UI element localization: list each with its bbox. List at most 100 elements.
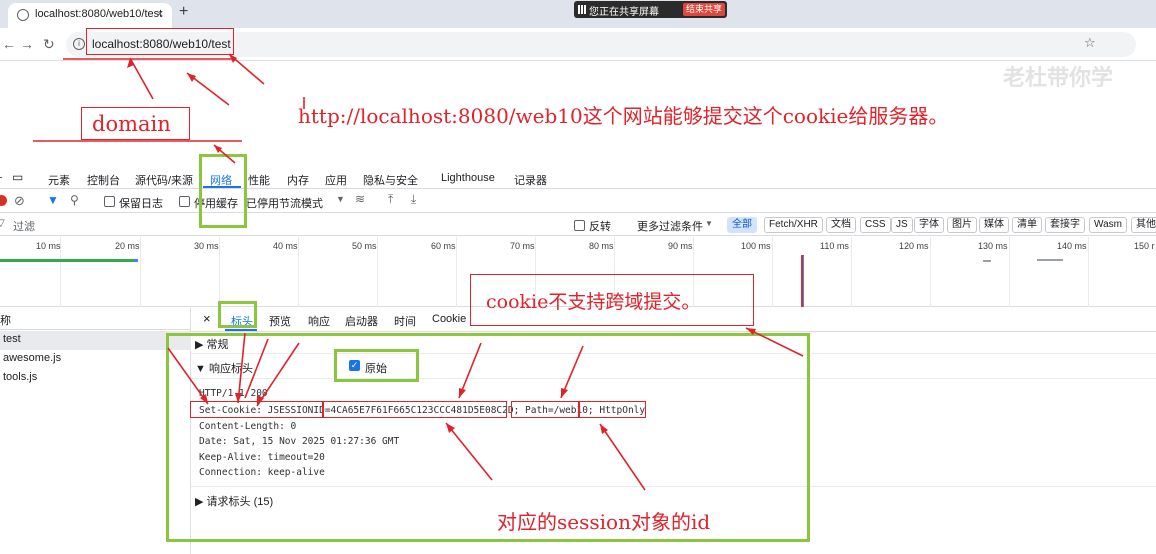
tab-response[interactable]: 响应 (308, 313, 330, 329)
browser-tab[interactable]: localhost:8080/web10/test × (8, 3, 172, 28)
bookmark-star-icon[interactable]: ☆ (1084, 35, 1096, 51)
tick-label: 30 ms (194, 241, 219, 251)
preserve-log-label: 保留日志 (119, 198, 163, 210)
tab-console[interactable]: 控制台 (87, 172, 120, 188)
grid-line (377, 237, 378, 307)
grid-line (772, 237, 773, 307)
grid-line (140, 237, 141, 307)
headers-tab-highlight (218, 301, 257, 328)
watermark: 老杜带你学 (1003, 65, 1114, 90)
name-column-header[interactable]: 称 (0, 308, 191, 330)
tab-application[interactable]: 应用 (325, 172, 347, 188)
chip-socket[interactable]: 套接字 (1045, 217, 1085, 233)
more-filters-dropdown[interactable]: 更多过滤条件 (637, 218, 703, 234)
request-row-awesome[interactable]: awesome.js (0, 350, 191, 369)
network-tab-highlight (199, 154, 247, 228)
import-icon[interactable]: ⤒ (388, 192, 393, 207)
timeline-bar (1037, 259, 1063, 261)
grid-line (930, 237, 931, 307)
tab-sources[interactable]: 源代码/来源 (135, 172, 193, 188)
grid-line (298, 237, 299, 307)
tick-label: 10 ms (36, 241, 61, 251)
grid-line (1088, 237, 1089, 307)
close-tab-icon[interactable]: × (156, 6, 164, 21)
chip-font[interactable]: 字体 (914, 217, 944, 233)
tab-privacy[interactable]: 隐私与安全 (363, 172, 418, 188)
filter-funnel-icon: ▽ (0, 218, 5, 229)
chip-other[interactable]: 其他 (1131, 217, 1156, 233)
network-toolbar: ⊘ ▼ ⚲ 保留日志 停用缓存 已停用节流模式 ▼ ≋ ⤒ ⤓ (0, 190, 1156, 213)
forward-icon[interactable]: → (20, 36, 34, 52)
network-conditions-icon[interactable]: ≋ (355, 192, 365, 206)
site-info-icon[interactable]: i (73, 38, 85, 50)
tab-timing[interactable]: 时间 (394, 313, 416, 329)
inspect-icon[interactable]: ⌐ (0, 172, 2, 184)
response-area-highlight (166, 333, 810, 542)
tab-performance[interactable]: 性能 (248, 172, 270, 188)
tab-memory[interactable]: 内存 (287, 172, 309, 188)
new-tab-button[interactable]: + (179, 3, 188, 21)
chip-doc[interactable]: 文档 (826, 217, 856, 233)
url-note: http://localhost:8080/web10这个网站能够提交这个coo… (298, 104, 949, 128)
disable-cache-checkbox[interactable] (179, 196, 190, 207)
tick-label: 70 ms (510, 241, 535, 251)
invert-checkbox[interactable] (574, 220, 585, 231)
filter-icon[interactable]: ▼ (47, 193, 59, 207)
chip-img[interactable]: 图片 (947, 217, 977, 233)
reload-icon[interactable]: ↻ (43, 36, 55, 53)
tick-label: 100 ms (741, 241, 771, 251)
chip-wasm[interactable]: Wasm (1089, 217, 1127, 233)
filter-row: ▽ 过滤 反转 更多过滤条件 ▼ 全部 Fetch/XHR 文档 CSS JS … (0, 214, 1156, 236)
record-icon[interactable] (0, 195, 7, 206)
tab-initiator[interactable]: 启动器 (345, 313, 378, 329)
globe-icon (17, 9, 29, 21)
tick-label: 50 ms (352, 241, 377, 251)
tab-preview[interactable]: 预览 (269, 313, 291, 329)
stop-share-button[interactable]: 结束共享 (683, 3, 725, 16)
tick-label: 130 ms (978, 241, 1008, 251)
filter-input[interactable]: 过滤 (13, 218, 35, 234)
request-name: test (3, 333, 21, 345)
tab-lighthouse[interactable]: Lighthouse (441, 172, 495, 184)
device-toolbar-icon[interactable]: ▭ (12, 170, 23, 184)
chip-all[interactable]: 全部 (727, 217, 757, 233)
tick-label: 60 ms (431, 241, 456, 251)
chip-css[interactable]: CSS (860, 217, 891, 233)
back-icon[interactable]: ← (2, 36, 16, 52)
domain-label-box (81, 107, 190, 140)
chip-media[interactable]: 媒体 (979, 217, 1009, 233)
clear-icon[interactable]: ⊘ (14, 193, 25, 209)
chevron-down-icon: ▼ (705, 219, 713, 228)
session-note: 对应的session对象的id (497, 510, 711, 534)
chip-manifest[interactable]: 清单 (1012, 217, 1042, 233)
share-status-text: 您正在共享屏幕 (589, 7, 659, 18)
chip-fetch-xhr[interactable]: Fetch/XHR (764, 217, 823, 233)
request-row-test[interactable]: test (0, 331, 191, 350)
timeline-bar (0, 259, 136, 262)
grid-line (1009, 237, 1010, 307)
tick-label: 90 ms (668, 241, 693, 251)
grid-line (456, 237, 457, 307)
grid-line (851, 237, 852, 307)
browser-tab-title: localhost:8080/web10/test (35, 8, 163, 20)
tab-recorder[interactable]: 记录器 (514, 172, 547, 188)
request-list: 称 test awesome.js tools.js (0, 308, 191, 554)
throttle-select[interactable]: 已停用节流模式 (246, 195, 323, 211)
tick-label: 40 ms (273, 241, 298, 251)
tick-label: 20 ms (115, 241, 140, 251)
request-row-tools[interactable]: tools.js (0, 369, 191, 388)
path-box (511, 401, 579, 418)
tick-label: 80 ms (589, 241, 614, 251)
tab-cookies[interactable]: Cookie (432, 313, 466, 325)
dcl-marker (803, 255, 804, 307)
tab-elements[interactable]: 元素 (48, 172, 70, 188)
timeline-bar (134, 259, 138, 262)
grid-line (219, 237, 220, 307)
chevron-down-icon[interactable]: ▼ (336, 194, 345, 204)
export-icon[interactable]: ⤓ (411, 192, 416, 207)
close-detail-icon[interactable]: × (203, 311, 211, 326)
search-icon[interactable]: ⚲ (70, 193, 79, 207)
chip-js[interactable]: JS (891, 217, 913, 233)
tick-label: 110 ms (820, 241, 849, 251)
preserve-log-checkbox[interactable] (104, 196, 115, 207)
